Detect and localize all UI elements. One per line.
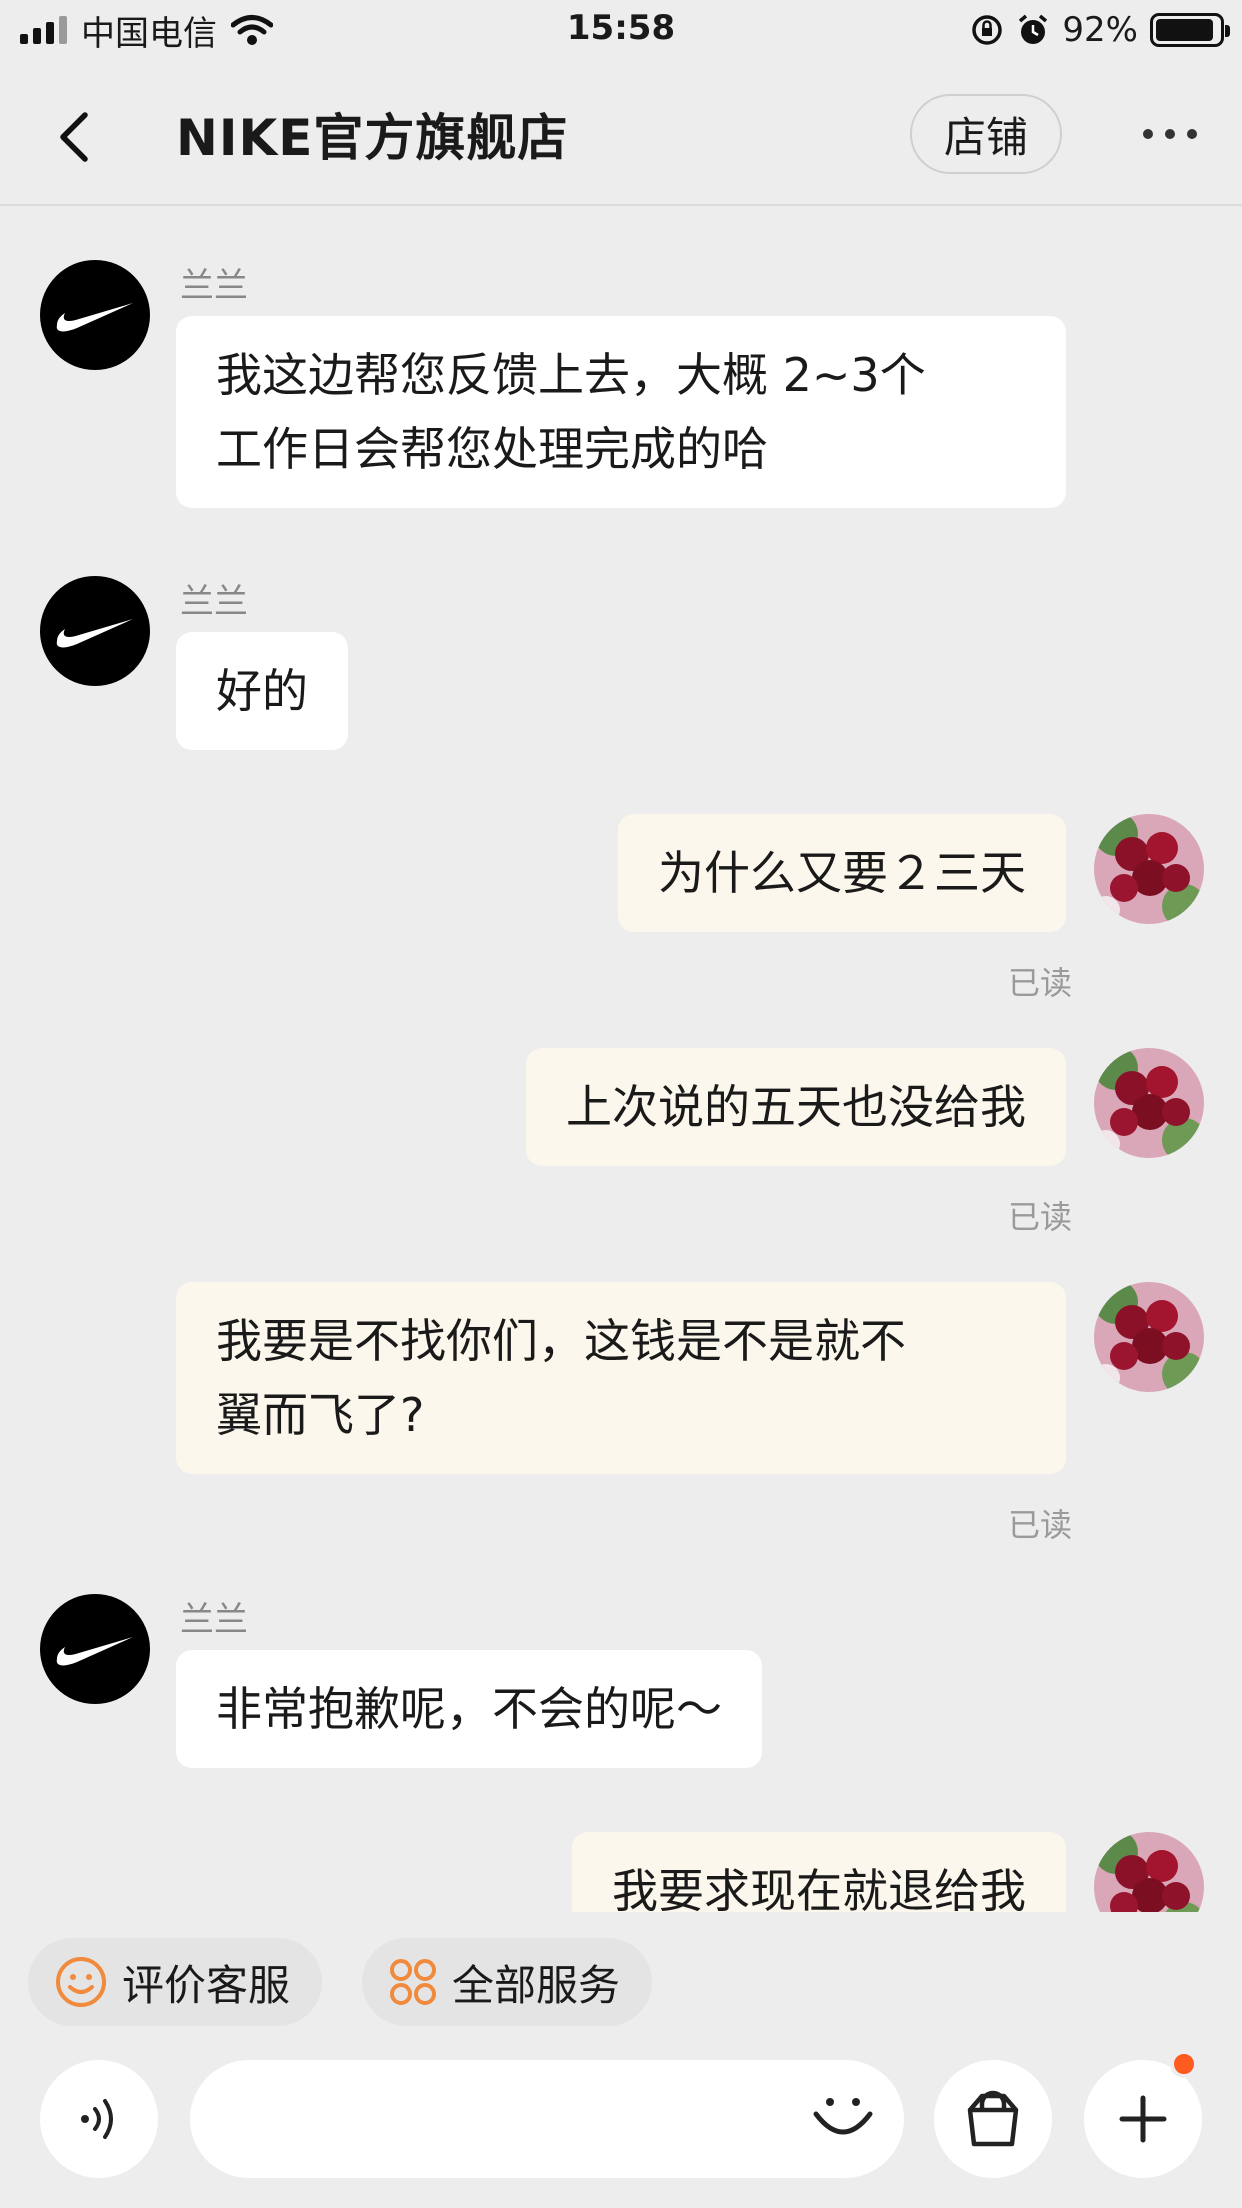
chat-header: NIKE官方旗舰店 店铺 bbox=[0, 62, 1242, 206]
message-bubble[interactable]: 我这边帮您反馈上去，大概 2~3个 工作日会帮您处理完成的哈 bbox=[176, 316, 1066, 508]
more-button[interactable] bbox=[1130, 114, 1210, 154]
message-text: 非常抱歉呢，不会的呢～ bbox=[216, 1682, 722, 1736]
nike-swoosh-icon bbox=[56, 303, 133, 332]
sender-name: 兰兰 bbox=[180, 1600, 248, 1640]
nike-avatar[interactable] bbox=[40, 576, 150, 686]
sender-name: 兰兰 bbox=[180, 266, 248, 306]
read-status: 已读 bbox=[1007, 1198, 1072, 1236]
message-text: 为什么又要２三天 bbox=[658, 846, 1026, 900]
message-bubble[interactable]: 我要求现在就退给我 bbox=[572, 1832, 1066, 1912]
shop-button[interactable]: 店铺 bbox=[910, 94, 1062, 174]
nike-swoosh-icon bbox=[56, 619, 133, 648]
user-avatar[interactable] bbox=[1094, 1832, 1204, 1912]
grid-icon bbox=[390, 1959, 436, 2005]
rotation-lock-icon bbox=[972, 15, 1003, 45]
message-text: 我要是不找你们，这钱是不是就不 bbox=[216, 1314, 906, 1368]
voice-button[interactable] bbox=[40, 2060, 158, 2178]
message-text: 我这边帮您反馈上去，大概 2~3个 bbox=[216, 348, 926, 402]
roses-avatar-image bbox=[1094, 1282, 1204, 1392]
nike-avatar[interactable] bbox=[40, 1594, 150, 1704]
message-bubble[interactable]: 好的 bbox=[176, 632, 348, 750]
emoji-icon[interactable] bbox=[808, 2084, 878, 2154]
status-right: 92% bbox=[970, 8, 1230, 52]
notification-dot bbox=[1170, 2050, 1198, 2078]
plus-icon bbox=[1119, 2095, 1167, 2143]
chat-list[interactable]: 兰兰 我这边帮您反馈上去，大概 2~3个 工作日会帮您处理完成的哈 兰兰 好的 bbox=[0, 208, 1242, 1912]
input-bar bbox=[0, 2050, 1242, 2208]
user-avatar[interactable] bbox=[1094, 1048, 1204, 1158]
all-services-label: 全部服务 bbox=[452, 1960, 621, 2010]
read-status: 已读 bbox=[1007, 1506, 1072, 1544]
rate-service-button[interactable]: 评价客服 bbox=[28, 1938, 323, 2026]
more-dot-icon bbox=[1165, 129, 1175, 139]
back-button[interactable] bbox=[40, 102, 110, 172]
shopping-bag-icon bbox=[967, 2090, 1019, 2147]
sender-name: 兰兰 bbox=[180, 582, 248, 622]
product-button[interactable] bbox=[934, 2060, 1052, 2178]
message-bubble[interactable]: 上次说的五天也没给我 bbox=[526, 1048, 1066, 1166]
quick-actions-bar: 评价客服 全部服务 bbox=[0, 1912, 1242, 2052]
smiley-icon bbox=[56, 1957, 106, 2007]
roses-avatar-image bbox=[1094, 814, 1204, 924]
battery-icon bbox=[1150, 13, 1230, 47]
voice-icon bbox=[81, 2099, 113, 2139]
alarm-icon bbox=[1019, 14, 1048, 44]
rate-service-label: 评价客服 bbox=[122, 1960, 291, 2010]
more-dot-icon bbox=[1143, 129, 1153, 139]
more-options-button[interactable] bbox=[1084, 2050, 1202, 2178]
message-text: 翼而飞了? bbox=[216, 1388, 425, 1442]
user-avatar[interactable] bbox=[1094, 814, 1204, 924]
status-bar: 中国电信 15:58 92% bbox=[0, 0, 1242, 62]
message-text: 上次说的五天也没给我 bbox=[566, 1080, 1026, 1134]
message-bubble[interactable]: 为什么又要２三天 bbox=[618, 814, 1066, 932]
nike-avatar[interactable] bbox=[40, 260, 150, 370]
message-text: 我要求现在就退给我 bbox=[612, 1864, 1026, 1912]
message-text: 工作日会帮您处理完成的哈 bbox=[216, 422, 768, 476]
message-text: 好的 bbox=[216, 664, 308, 718]
message-input[interactable] bbox=[230, 2090, 790, 2148]
nike-swoosh-icon bbox=[56, 1637, 133, 1666]
user-avatar[interactable] bbox=[1094, 1282, 1204, 1392]
roses-avatar-image bbox=[1094, 1048, 1204, 1158]
battery-percent: 92% bbox=[1062, 10, 1138, 50]
more-dot-icon bbox=[1187, 129, 1197, 139]
chevron-left-icon bbox=[60, 112, 88, 162]
roses-avatar-image bbox=[1094, 1832, 1204, 1912]
message-bubble[interactable]: 非常抱歉呢，不会的呢～ bbox=[176, 1650, 762, 1768]
page-title: NIKE官方旗舰店 bbox=[176, 109, 569, 167]
all-services-button[interactable]: 全部服务 bbox=[362, 1938, 653, 2026]
read-status: 已读 bbox=[1007, 964, 1072, 1002]
message-bubble[interactable]: 我要是不找你们，这钱是不是就不 翼而飞了? bbox=[176, 1282, 1066, 1474]
message-input-box[interactable] bbox=[190, 2060, 904, 2178]
